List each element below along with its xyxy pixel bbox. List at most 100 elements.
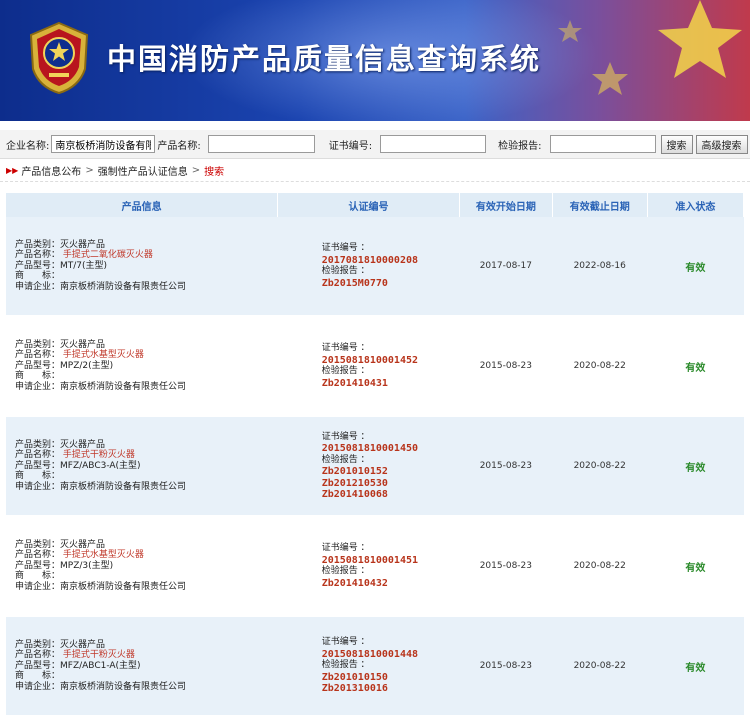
banner-title: 中国消防产品质量信息查询系统: [107, 42, 542, 76]
name-label: 产品名称：: [15, 250, 61, 261]
cert-number[interactable]: 2015081810001451: [322, 555, 459, 567]
report-label: 检验报告 ：: [321, 266, 370, 276]
name-line: 产品名称： 手提式干粉灭火器: [15, 650, 277, 661]
breadcrumb-current: 搜索: [204, 166, 225, 178]
product-name[interactable]: 手提式二氧化碳灭火器: [63, 250, 153, 260]
header-status: 准入状态: [647, 193, 745, 217]
company-line: 申请企业：南京板桥消防设备有限责任公司: [15, 682, 277, 693]
report-number[interactable]: Zb201210530: [322, 478, 459, 490]
report-number[interactable]: Zb201410068: [322, 489, 459, 501]
report-input[interactable]: [549, 135, 656, 153]
cert-number[interactable]: 2017081810000208: [322, 255, 459, 267]
brand-label: 商 标：: [15, 471, 61, 482]
police-emblem-icon: [29, 21, 89, 95]
cert-label: 证书编号:: [328, 140, 373, 152]
product-info-cell: 产品类别：灭火器产品 产品名称： 手提式水基型灭火器 产品型号：MPZ/3(主型) 商…: [6, 516, 278, 617]
cert-cell: 证书编号 ： 2015081810001452 检验报告 ： Zb201410431: [277, 316, 460, 417]
brand-line: 商 标：: [15, 471, 277, 482]
company-line: 申请企业：南京板桥消防设备有限责任公司: [15, 582, 277, 593]
category-line: 产品类别：灭火器产品: [15, 640, 277, 651]
brand-label: 商 标：: [15, 571, 61, 582]
header-product-info: 产品信息: [6, 193, 279, 217]
model-label: 产品型号：: [15, 660, 61, 671]
company-line: 申请企业：南京板桥消防设备有限责任公司: [15, 382, 277, 393]
brand-label: 商 标：: [15, 271, 61, 282]
breadcrumb-item-product-info[interactable]: 产品信息公布: [21, 163, 81, 178]
name-line: 产品名称： 手提式二氧化碳灭火器: [15, 250, 277, 261]
cert-number[interactable]: 2015081810001452: [322, 355, 459, 367]
model-line: 产品型号：MPZ/3(主型): [15, 561, 277, 572]
advanced-search-button[interactable]: 高级搜索: [695, 134, 748, 154]
breadcrumb-item-ccc[interactable]: 强制性产品认证信息: [98, 163, 188, 178]
company-input[interactable]: [51, 135, 156, 153]
cert-number[interactable]: 2015081810001450: [322, 443, 459, 455]
status-badge: 有效: [647, 516, 744, 617]
cert-no-label: 证书编号 ：: [321, 431, 370, 442]
cert-cell: 证书编号 ： 2015081810001451 检验报告 ： Zb201410432: [277, 516, 460, 617]
model-label: 产品型号：: [15, 360, 61, 371]
company-value: 南京板桥消防设备有限责任公司: [60, 481, 187, 492]
table-row: 产品类别：灭火器产品 产品名称： 手提式水基型灭火器 产品型号：MPZ/3(主型) 商…: [6, 516, 744, 617]
report-number[interactable]: Zb201310016: [322, 683, 459, 695]
start-date: 2015-08-23: [459, 416, 553, 517]
company-line: 申请企业：南京板桥消防设备有限责任公司: [15, 282, 277, 293]
report-label: 检验报告 ：: [321, 566, 370, 576]
product-name[interactable]: 手提式水基型灭火器: [63, 350, 144, 360]
category-line: 产品类别：灭火器产品: [15, 440, 277, 451]
name-line: 产品名称： 手提式水基型灭火器: [15, 550, 277, 561]
model-value: MFZ/ABC3-A(主型): [60, 460, 141, 471]
header-cert-no: 认证编号: [277, 193, 460, 217]
header-start-date: 有效开始日期: [459, 193, 553, 217]
status-badge: 有效: [647, 217, 744, 317]
category-value: 灭火器产品: [60, 639, 106, 650]
category-line: 产品类别：灭火器产品: [15, 540, 277, 551]
model-line: 产品型号：MPZ/2(主型): [15, 361, 277, 372]
category-value: 灭火器产品: [60, 339, 106, 350]
product-label: 产品名称:: [157, 140, 201, 152]
report-number[interactable]: Zb201410432: [322, 578, 459, 590]
category-label: 产品类别：: [15, 539, 61, 550]
report-number[interactable]: Zb201410431: [322, 378, 459, 390]
breadcrumb: ▶▶ 产品信息公布 > 强制性产品认证信息 > 搜索: [0, 159, 750, 182]
search-button[interactable]: 搜索: [660, 134, 693, 154]
breadcrumb-separator: >: [85, 164, 94, 176]
status-badge: 有效: [647, 616, 744, 717]
brand-line: 商 标：: [15, 671, 277, 682]
company-value: 南京板桥消防设备有限责任公司: [60, 681, 187, 692]
model-value: MPZ/2(主型): [60, 360, 114, 371]
table-row: 产品类别：灭火器产品 产品名称： 手提式二氧化碳灭火器 产品型号：MT/7(主型) 商…: [6, 217, 744, 317]
category-label: 产品类别：: [15, 639, 61, 650]
double-arrow-icon: ▶▶: [6, 165, 19, 175]
model-label: 产品型号：: [15, 460, 61, 471]
company-label: 申请企业：: [15, 281, 61, 292]
cert-input[interactable]: [380, 135, 487, 153]
start-date: 2015-08-23: [459, 616, 553, 717]
table-row: 产品类别：灭火器产品 产品名称： 手提式干粉灭火器 产品型号：MFZ/ABC3-A(…: [6, 416, 744, 517]
product-input[interactable]: [207, 135, 315, 153]
site-banner: 中国消防产品质量信息查询系统: [0, 0, 750, 121]
category-value: 灭火器产品: [60, 439, 106, 450]
end-date: 2020-08-22: [552, 416, 648, 517]
model-value: MPZ/3(主型): [60, 560, 114, 571]
report-number[interactable]: Zb201010152: [322, 466, 459, 478]
product-name[interactable]: 手提式干粉灭火器: [63, 450, 135, 460]
model-line: 产品型号：MT/7(主型): [15, 261, 277, 272]
cert-cell: 证书编号 ： 2017081810000208 检验报告 ： Zb2015M0770: [277, 217, 460, 317]
brand-line: 商 标：: [15, 271, 277, 282]
header-end-date: 有效截止日期: [552, 193, 648, 217]
category-label: 产品类别：: [15, 439, 61, 450]
cert-cell: 证书编号 ： 2015081810001448 检验报告 ： Zb201010150 Z…: [277, 616, 460, 717]
name-label: 产品名称：: [15, 350, 61, 361]
cert-number[interactable]: 2015081810001448: [322, 649, 459, 661]
breadcrumb-separator: >: [191, 164, 201, 176]
report-number[interactable]: Zb201010150: [322, 672, 459, 684]
product-name[interactable]: 手提式水基型灭火器: [63, 550, 144, 560]
search-bar: 企业名称: 产品名称: 证书编号: 检验报告: 搜索 高级搜索: [0, 130, 750, 159]
model-value: MT/7(主型): [60, 260, 108, 271]
category-value: 灭火器产品: [60, 539, 106, 550]
report-label: 检验报告 ：: [321, 660, 370, 671]
name-label: 产品名称：: [15, 450, 61, 461]
product-name[interactable]: 手提式干粉灭火器: [63, 650, 135, 660]
report-number[interactable]: Zb2015M0770: [322, 278, 459, 290]
product-info-cell: 产品类别：灭火器产品 产品名称： 手提式干粉灭火器 产品型号：MFZ/ABC1-A(…: [6, 616, 278, 717]
